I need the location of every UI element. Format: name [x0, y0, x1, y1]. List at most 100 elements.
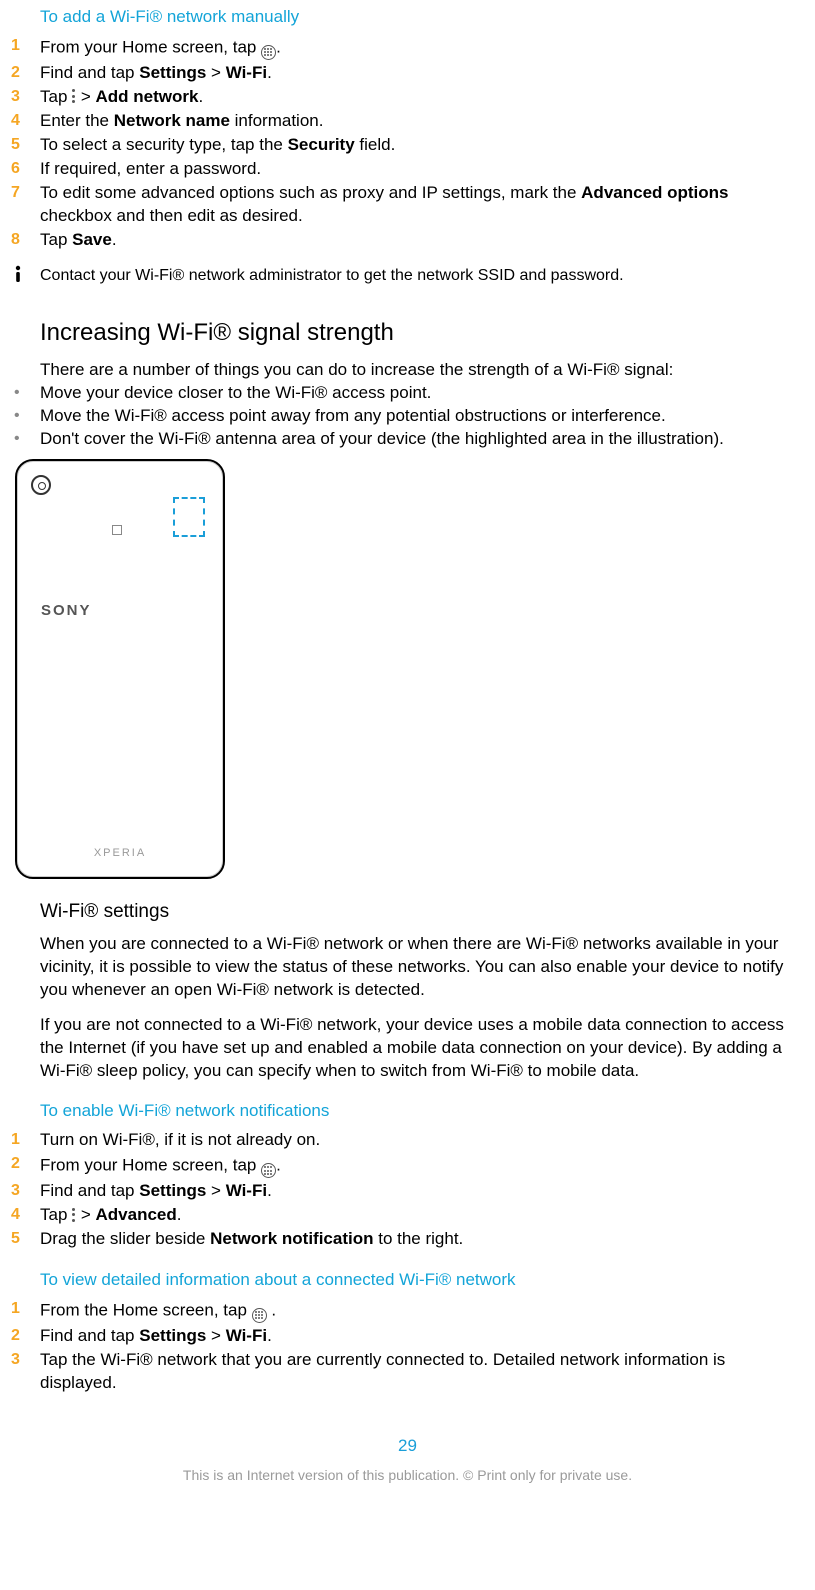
- step-number: 1: [10, 1298, 40, 1320]
- more-vert-icon: [72, 1203, 76, 1226]
- bold-text: Advanced options: [581, 183, 728, 202]
- step-number: 5: [10, 134, 40, 156]
- text: Tap: [40, 87, 72, 106]
- step-row: 1 From the Home screen, tap .: [10, 1298, 805, 1324]
- text: .: [177, 1205, 182, 1224]
- step-text: If required, enter a password.: [40, 158, 805, 181]
- bold-text: Settings: [139, 1181, 206, 1200]
- step-row: 4 Enter the Network name information.: [10, 110, 805, 133]
- task-title-add-wifi: To add a Wi-Fi® network manually: [40, 6, 805, 29]
- bold-text: Save: [72, 230, 112, 249]
- text: checkbox and then edit as desired.: [40, 206, 303, 225]
- text: From the Home screen, tap: [40, 1301, 252, 1320]
- step-number: 2: [10, 62, 40, 84]
- text: .: [267, 1181, 272, 1200]
- step-text: From the Home screen, tap .: [40, 1298, 805, 1324]
- step-number: 3: [10, 86, 40, 108]
- bold-text: Security: [288, 135, 355, 154]
- antenna-highlight: [173, 497, 205, 537]
- apps-grid-icon: [252, 1297, 267, 1323]
- step-row: 4 Tap > Advanced.: [10, 1204, 805, 1227]
- nfc-icon: [112, 525, 122, 535]
- bullet-row: • Move the Wi-Fi® access point away from…: [10, 405, 805, 428]
- step-text: Find and tap Settings > Wi-Fi.: [40, 1325, 805, 1348]
- more-vert-icon: [72, 85, 76, 108]
- text: Find and tap: [40, 1326, 139, 1345]
- bold-text: Wi-Fi: [226, 63, 267, 82]
- step-number: 2: [10, 1325, 40, 1347]
- text: Drag the slider beside: [40, 1229, 210, 1248]
- bullet-text: Don't cover the Wi-Fi® antenna area of y…: [40, 428, 805, 451]
- page-number: 29: [10, 1435, 805, 1458]
- task-title-enable-notifications: To enable Wi-Fi® network notifications: [40, 1100, 805, 1123]
- step-row: 8 Tap Save.: [10, 229, 805, 252]
- step-text: From your Home screen, tap .: [40, 1153, 805, 1179]
- step-number: 1: [10, 1129, 40, 1151]
- step-row: 5 To select a security type, tap the Sec…: [10, 134, 805, 157]
- text: .: [276, 1156, 281, 1175]
- text: To edit some advanced options such as pr…: [40, 183, 581, 202]
- section-title-wifi-settings: Wi-Fi® settings: [40, 899, 805, 925]
- step-text: Tap > Add network.: [40, 86, 805, 109]
- step-text: To edit some advanced options such as pr…: [40, 182, 805, 228]
- step-text: From your Home screen, tap .: [40, 35, 805, 61]
- step-text: Find and tap Settings > Wi-Fi.: [40, 62, 805, 85]
- disclaimer-text: This is an Internet version of this publ…: [10, 1466, 805, 1485]
- bullet-icon: •: [10, 428, 40, 450]
- bold-text: Settings: [139, 1326, 206, 1345]
- bullet-row: • Move your device closer to the Wi-Fi® …: [10, 382, 805, 405]
- text: field.: [355, 135, 396, 154]
- text: From your Home screen, tap: [40, 1156, 261, 1175]
- step-row: 3 Find and tap Settings > Wi-Fi.: [10, 1180, 805, 1203]
- text: >: [76, 1205, 95, 1224]
- body-text: There are a number of things you can do …: [40, 359, 805, 382]
- bullet-icon: •: [10, 405, 40, 427]
- step-text: Tap > Advanced.: [40, 1204, 805, 1227]
- bullet-text: Move your device closer to the Wi-Fi® ac…: [40, 382, 805, 405]
- text: From your Home screen, tap: [40, 37, 261, 56]
- xperia-logo: XPERIA: [17, 846, 223, 861]
- step-text: Tap the Wi-Fi® network that you are curr…: [40, 1349, 805, 1395]
- step-row: 1 From your Home screen, tap .: [10, 35, 805, 61]
- bold-text: Network notification: [210, 1229, 373, 1248]
- step-row: 3 Tap the Wi-Fi® network that you are cu…: [10, 1349, 805, 1395]
- step-number: 4: [10, 110, 40, 132]
- sony-logo: SONY: [41, 601, 92, 621]
- step-number: 3: [10, 1180, 40, 1202]
- note-icon: [10, 265, 40, 286]
- step-number: 6: [10, 158, 40, 180]
- step-number: 5: [10, 1228, 40, 1250]
- text: .: [198, 87, 203, 106]
- text: to the right.: [374, 1229, 464, 1248]
- step-number: 1: [10, 35, 40, 57]
- bullet-row: • Don't cover the Wi-Fi® antenna area of…: [10, 428, 805, 451]
- note-row: Contact your Wi-Fi® network administrato…: [10, 265, 805, 287]
- bold-text: Add network: [96, 87, 199, 106]
- step-row: 5 Drag the slider beside Network notific…: [10, 1228, 805, 1251]
- step-row: 7 To edit some advanced options such as …: [10, 182, 805, 228]
- step-number: 3: [10, 1349, 40, 1371]
- step-number: 7: [10, 182, 40, 204]
- note-text: Contact your Wi-Fi® network administrato…: [40, 265, 805, 287]
- section-title-signal-strength: Increasing Wi-Fi® signal strength: [40, 317, 805, 349]
- text: >: [206, 63, 225, 82]
- body-text: When you are connected to a Wi-Fi® netwo…: [40, 933, 805, 1002]
- bold-text: Wi-Fi: [226, 1181, 267, 1200]
- step-row: 3 Tap > Add network.: [10, 86, 805, 109]
- bold-text: Network name: [114, 111, 230, 130]
- text: Find and tap: [40, 1181, 139, 1200]
- body-text: If you are not connected to a Wi-Fi® net…: [40, 1014, 805, 1083]
- bold-text: Settings: [139, 63, 206, 82]
- camera-icon: [31, 475, 51, 495]
- step-number: 4: [10, 1204, 40, 1226]
- step-text: Enter the Network name information.: [40, 110, 805, 133]
- apps-grid-icon: [261, 1152, 276, 1178]
- bullet-icon: •: [10, 382, 40, 404]
- step-row: 2 Find and tap Settings > Wi-Fi.: [10, 62, 805, 85]
- device-illustration: SONY XPERIA: [15, 459, 225, 879]
- step-text: Tap Save.: [40, 229, 805, 252]
- text: Tap: [40, 1205, 72, 1224]
- step-number: 8: [10, 229, 40, 251]
- text: .: [276, 37, 281, 56]
- text: Find and tap: [40, 63, 139, 82]
